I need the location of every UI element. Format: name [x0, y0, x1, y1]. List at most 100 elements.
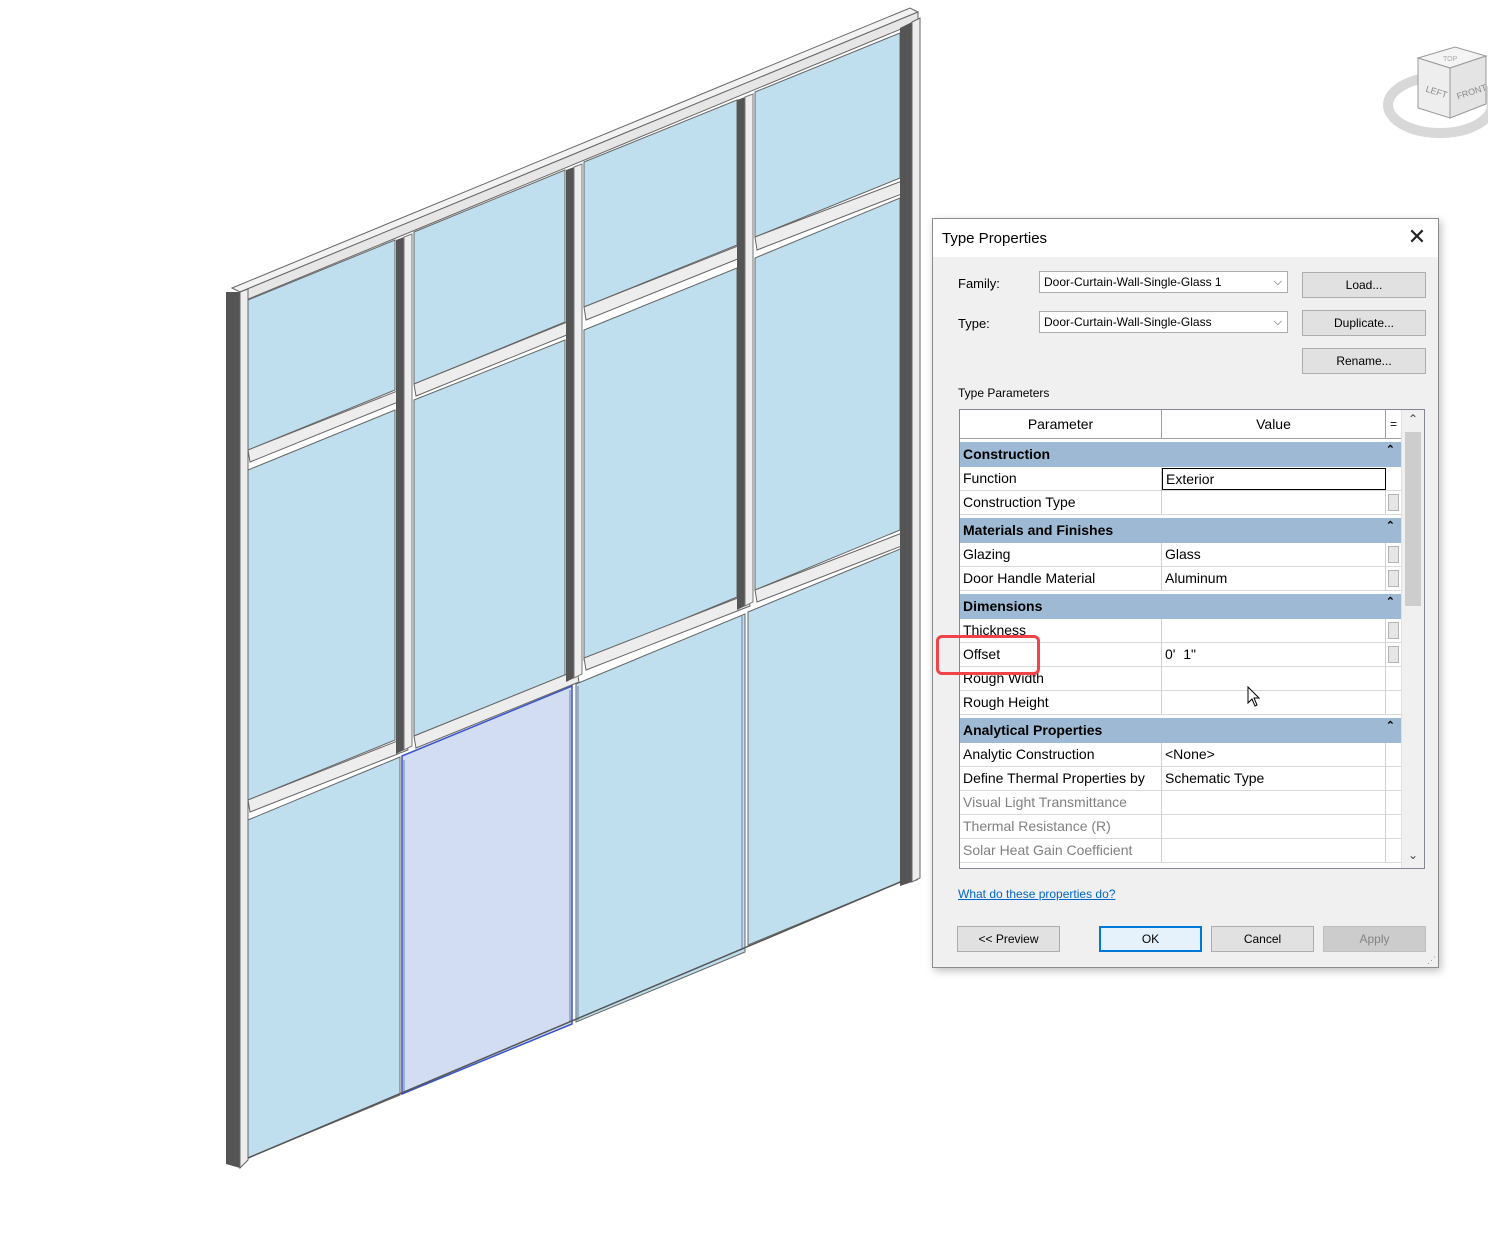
offset-highlight-annotation: [936, 635, 1040, 675]
param-value[interactable]: 0' 1": [1162, 643, 1386, 667]
param-value: [1162, 791, 1386, 815]
glass-panel[interactable]: [413, 339, 566, 737]
param-value[interactable]: [1162, 691, 1386, 715]
help-link[interactable]: What do these properties do?: [958, 887, 1115, 901]
param-row[interactable]: Define Thermal Properties by Schematic T…: [960, 767, 1401, 791]
glass-panel[interactable]: [754, 197, 901, 591]
glass-panel[interactable]: [247, 409, 396, 801]
mullion-vertical: [566, 167, 574, 682]
resize-grip-icon[interactable]: ⋰: [1427, 955, 1436, 966]
param-name: Define Thermal Properties by: [960, 767, 1162, 791]
param-equals: [1386, 667, 1401, 691]
type-parameters-label: Type Parameters: [958, 386, 1050, 400]
param-name: Door Handle Material: [960, 567, 1162, 591]
family-value: Door-Curtain-Wall-Single-Glass 1: [1044, 275, 1222, 289]
dialog-title-bar[interactable]: Type Properties ✕: [933, 219, 1438, 257]
cancel-button[interactable]: Cancel: [1211, 926, 1314, 952]
frame-left: [226, 292, 240, 1168]
mullion-vertical: [737, 97, 745, 610]
param-row[interactable]: Glazing Glass: [960, 543, 1401, 567]
mullion-vertical: [396, 237, 404, 754]
group-construction[interactable]: Construction ⌃: [960, 442, 1401, 467]
param-value[interactable]: [1162, 619, 1386, 643]
param-equals: [1386, 839, 1401, 863]
mullion-vertical: [403, 233, 413, 751]
param-row[interactable]: Door Handle Material Aluminum: [960, 567, 1401, 591]
type-select[interactable]: Door-Curtain-Wall-Single-Glass ⌵: [1039, 311, 1288, 333]
param-name: Visual Light Transmittance: [960, 791, 1162, 815]
curtain-wall-model[interactable]: [226, 7, 921, 1170]
group-title: Materials and Finishes: [963, 522, 1114, 538]
frame-left-face: [239, 288, 249, 1170]
close-icon[interactable]: ✕: [1406, 226, 1428, 249]
param-equals[interactable]: [1386, 643, 1401, 667]
group-analytical-properties[interactable]: Analytical Properties ⌃: [960, 718, 1401, 743]
param-row-disabled: Visual Light Transmittance: [960, 791, 1401, 815]
group-title: Construction: [963, 446, 1051, 462]
duplicate-button[interactable]: Duplicate...: [1302, 310, 1426, 336]
param-row-disabled: Solar Heat Gain Coefficient: [960, 839, 1401, 863]
param-name: Analytic Construction: [960, 743, 1162, 767]
collapse-icon[interactable]: ⌃: [1386, 714, 1395, 739]
param-value-input[interactable]: Exterior: [1162, 468, 1386, 490]
scroll-thumb[interactable]: [1405, 432, 1421, 606]
param-equals: [1386, 467, 1401, 491]
param-value[interactable]: [1162, 491, 1386, 515]
glass-panel[interactable]: [747, 546, 906, 946]
param-value[interactable]: [1162, 667, 1386, 691]
param-value: [1162, 839, 1386, 863]
collapse-icon[interactable]: ⌃: [1386, 438, 1395, 463]
collapse-icon[interactable]: ⌃: [1386, 514, 1395, 539]
preview-button[interactable]: << Preview: [957, 926, 1060, 952]
mullion-vertical: [573, 163, 583, 679]
param-value[interactable]: Glass: [1162, 543, 1386, 567]
param-equals[interactable]: [1386, 567, 1401, 591]
scroll-up-icon[interactable]: ⌃: [1402, 412, 1424, 432]
type-label: Type:: [958, 316, 990, 331]
param-equals[interactable]: [1386, 491, 1401, 515]
dialog-title: Type Properties: [942, 230, 1048, 247]
group-dimensions[interactable]: Dimensions ⌃: [960, 594, 1401, 619]
family-label: Family:: [958, 276, 1000, 291]
param-row[interactable]: Analytic Construction <None>: [960, 743, 1401, 767]
param-row[interactable]: Function Exterior: [960, 467, 1401, 491]
scroll-down-icon[interactable]: ⌄: [1402, 848, 1424, 868]
param-value[interactable]: Schematic Type: [1162, 767, 1386, 791]
glass-panel[interactable]: [575, 613, 746, 1023]
chevron-down-icon[interactable]: ⌵: [1274, 272, 1282, 292]
type-value: Door-Curtain-Wall-Single-Glass: [1044, 315, 1212, 329]
column-header-value[interactable]: Value: [1162, 410, 1386, 438]
glass-panel[interactable]: [583, 99, 738, 308]
param-value[interactable]: Aluminum: [1162, 567, 1386, 591]
group-title: Dimensions: [963, 598, 1043, 614]
param-row[interactable]: Construction Type: [960, 491, 1401, 515]
param-equals[interactable]: [1386, 543, 1401, 567]
param-equals: [1386, 691, 1401, 715]
ok-button[interactable]: OK: [1099, 926, 1202, 952]
column-header-equals[interactable]: =: [1386, 410, 1401, 438]
group-materials-and-finishes[interactable]: Materials and Finishes ⌃: [960, 518, 1401, 543]
param-value[interactable]: <None>: [1162, 743, 1386, 767]
apply-button: Apply: [1323, 926, 1426, 952]
glass-panel[interactable]: [247, 756, 401, 1159]
type-properties-dialog[interactable]: Type Properties ✕ Family: Door-Curtain-W…: [932, 218, 1439, 968]
param-value: [1162, 815, 1386, 839]
collapse-icon[interactable]: ⌃: [1386, 590, 1395, 615]
param-row-disabled: Thermal Resistance (R): [960, 815, 1401, 839]
chevron-down-icon[interactable]: ⌵: [1274, 312, 1282, 332]
vertical-scrollbar[interactable]: ⌃ ⌄: [1401, 410, 1424, 868]
glass-panel[interactable]: [583, 267, 738, 661]
viewcube[interactable]: LEFT FRONT TOP: [1383, 46, 1488, 138]
param-name: Rough Height: [960, 691, 1162, 715]
param-equals[interactable]: [1386, 619, 1401, 643]
column-header-parameter[interactable]: Parameter: [960, 410, 1162, 438]
load-button[interactable]: Load...: [1302, 272, 1426, 298]
param-name: Thermal Resistance (R): [960, 815, 1162, 839]
param-equals: [1386, 767, 1401, 791]
param-name: Construction Type: [960, 491, 1162, 515]
door-panel-selected[interactable]: [401, 684, 573, 1096]
param-equals: [1386, 791, 1401, 815]
family-select[interactable]: Door-Curtain-Wall-Single-Glass 1 ⌵: [1039, 271, 1288, 293]
rename-button[interactable]: Rename...: [1302, 348, 1426, 374]
param-row[interactable]: Rough Height: [960, 691, 1401, 715]
